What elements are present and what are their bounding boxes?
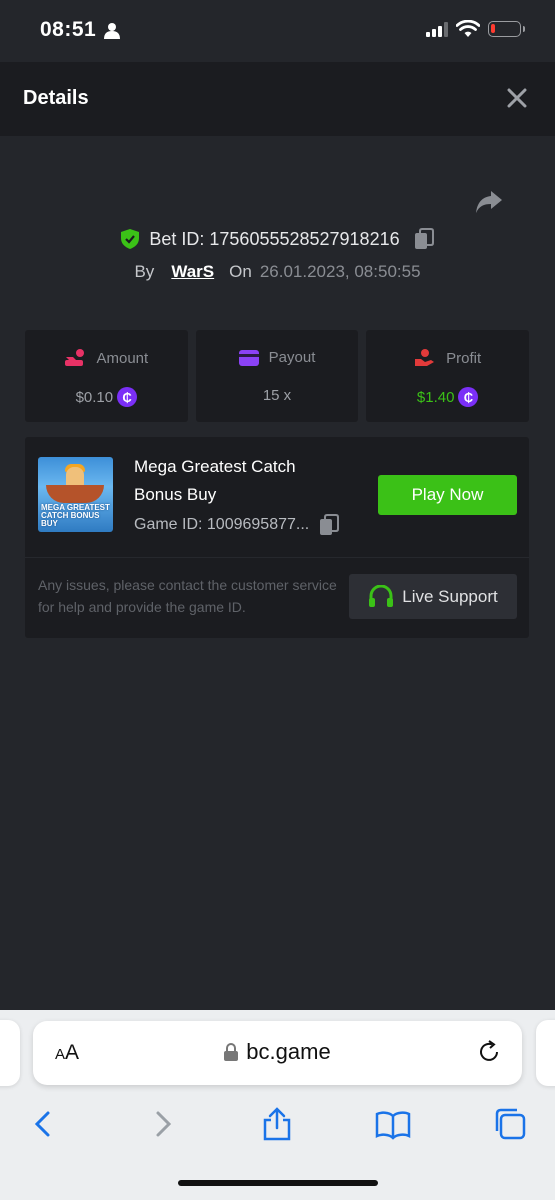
bet-stats: Amount $0.10 ₵ Payout 15 x Profit $1.40 … <box>25 330 530 422</box>
battery-icon <box>488 21 525 37</box>
stat-amount: Amount $0.10 ₵ <box>25 330 188 422</box>
play-now-button[interactable]: Play Now <box>378 475 517 515</box>
headset-icon <box>369 584 394 607</box>
stat-amount-label: Amount <box>96 349 149 367</box>
reload-icon[interactable] <box>476 1039 502 1065</box>
wifi-icon <box>456 20 480 37</box>
stat-amount-value: $0.10 <box>75 388 114 406</box>
stat-profit-value: $1.40 <box>416 388 455 406</box>
bookmarks-icon[interactable] <box>375 1106 411 1142</box>
previous-tab-preview[interactable] <box>0 1020 20 1086</box>
copy-icon[interactable] <box>414 228 434 250</box>
share-sheet-icon[interactable] <box>259 1106 295 1142</box>
support-hint-text: Any issues, please contact the customer … <box>38 577 337 615</box>
live-support-button[interactable]: Live Support <box>349 574 517 619</box>
game-id-row: Game ID: 1009695877... <box>134 514 340 536</box>
username-link[interactable]: WarS <box>171 262 214 282</box>
live-support-label: Live Support <box>402 586 498 606</box>
share-icon[interactable] <box>474 188 504 216</box>
game-thumbnail[interactable]: MEGA GREATEST CATCH BONUS BUY <box>38 457 113 532</box>
page-title: Details <box>23 87 89 109</box>
amount-icon <box>65 349 85 366</box>
game-name: Mega Greatest Catch Bonus Buy <box>134 457 296 504</box>
lock-icon <box>224 1043 239 1061</box>
cellular-signal-icon <box>426 21 448 37</box>
divider <box>25 557 529 558</box>
currency-coin-icon: ₵ <box>117 387 138 407</box>
game-thumbnail-label: MEGA GREATEST CATCH BONUS BUY <box>41 503 110 528</box>
close-icon[interactable] <box>505 86 529 110</box>
url-text: bc.game <box>246 1039 331 1064</box>
stat-payout-label: Payout <box>268 349 316 366</box>
currency-coin-icon: ₵ <box>458 387 479 407</box>
bet-id: Bet ID: 1756055528527918216 <box>149 228 400 249</box>
bet-meta-row: By WarS On 26.01.2023, 08:50:55 <box>0 262 555 282</box>
tabs-icon[interactable] <box>492 1106 528 1142</box>
person-icon <box>104 23 120 39</box>
back-icon[interactable] <box>25 1106 61 1142</box>
game-id: Game ID: 1009695877... <box>134 516 310 533</box>
bet-datetime: 26.01.2023, 08:50:55 <box>259 262 421 281</box>
bet-id-row: Bet ID: 1756055528527918216 <box>0 228 555 250</box>
status-time: 08:51 <box>40 18 97 41</box>
profit-icon <box>415 349 435 366</box>
by-label: By <box>134 262 155 281</box>
stat-payout: Payout 15 x <box>195 330 359 422</box>
address-bar[interactable]: AAAA bc.game <box>33 1021 522 1085</box>
payout-card-icon <box>238 349 259 366</box>
copy-icon[interactable] <box>319 514 340 536</box>
stat-profit: Profit $1.40 ₵ <box>366 330 530 422</box>
home-indicator[interactable] <box>178 1180 378 1186</box>
verified-shield-icon <box>121 229 140 249</box>
stat-payout-value: 15 x <box>262 387 292 404</box>
status-bar: 08:51 <box>0 0 555 62</box>
next-tab-preview[interactable] <box>536 1020 555 1086</box>
browser-toolbar <box>0 1100 555 1150</box>
game-card: MEGA GREATEST CATCH BONUS BUY Mega Great… <box>25 437 529 638</box>
forward-icon[interactable] <box>145 1106 181 1142</box>
details-header: Details <box>0 62 555 136</box>
on-label: On <box>229 262 252 281</box>
stat-profit-label: Profit <box>446 349 482 367</box>
